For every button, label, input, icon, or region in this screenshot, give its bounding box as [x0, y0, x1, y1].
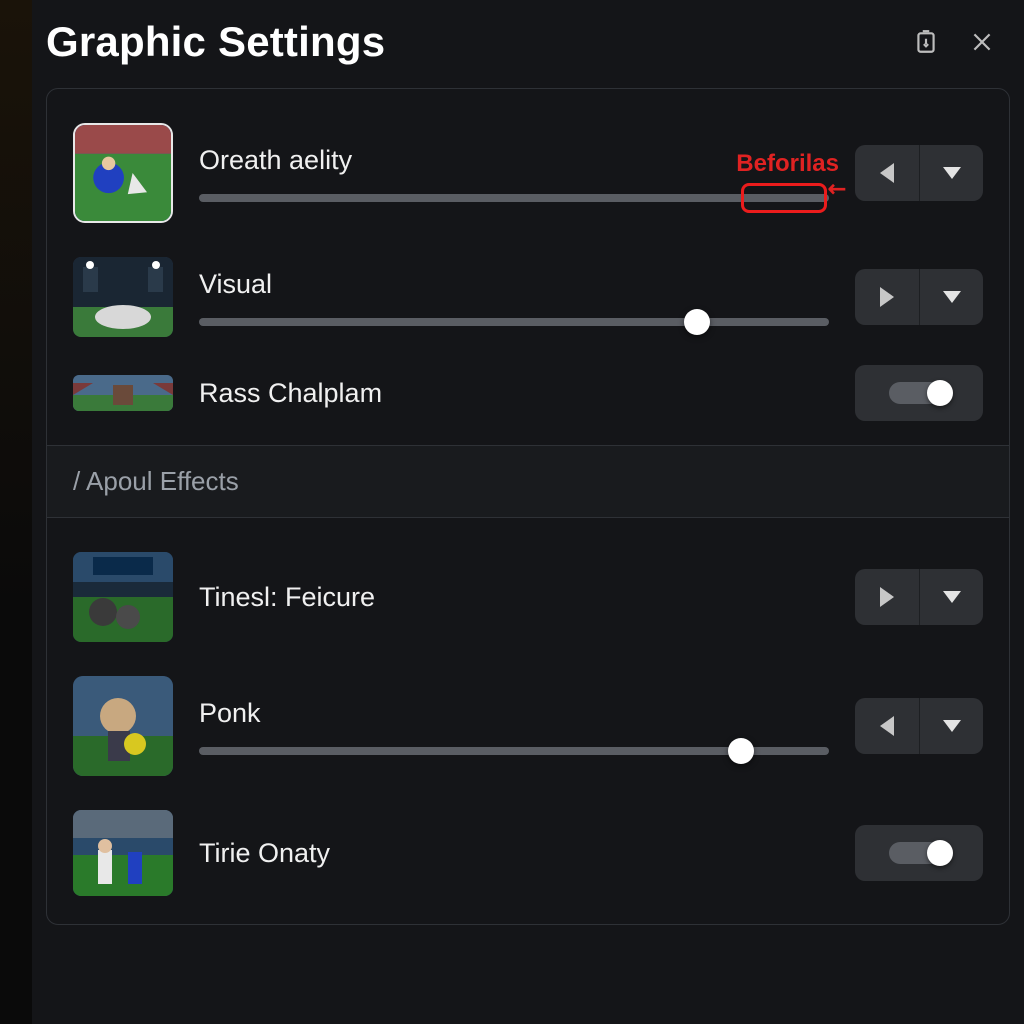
slider-knob[interactable]: [728, 738, 754, 764]
header-actions: [912, 28, 996, 56]
setting-row-ponk: Ponk: [73, 660, 983, 794]
chevron-down-icon: [943, 591, 961, 603]
stepper-visual: [855, 269, 983, 325]
toggle-track: [889, 842, 949, 864]
setting-main-rass: Rass Chalplam: [199, 378, 829, 409]
slider-oreath[interactable]: [199, 194, 829, 202]
chevron-right-icon: [880, 287, 894, 307]
control-visual: [855, 269, 983, 325]
setting-main-oreath: Oreath aelity Beforilas ↙: [199, 145, 829, 202]
panel-body: Oreath aelity Beforilas ↙: [46, 88, 1010, 925]
section-effects: Tinesl: Feicure: [47, 518, 1009, 924]
toggle-knob: [927, 380, 953, 406]
dropdown-button[interactable]: [919, 145, 983, 201]
setting-row-tinesl-feicure: Tinesl: Feicure: [73, 536, 983, 660]
chevron-down-icon: [943, 167, 961, 179]
setting-label: Tinesl: Feicure: [199, 582, 829, 613]
toggle-rass-chalplam[interactable]: [855, 365, 983, 421]
setting-row-oreath-aelity: Oreath aelity Beforilas ↙: [73, 107, 983, 241]
thumbnail-tinesl: [73, 552, 173, 642]
chevron-down-icon: [943, 291, 961, 303]
dropdown-button[interactable]: [919, 269, 983, 325]
control-rass: [855, 365, 983, 421]
thumbnail-rass-chalplam: [73, 375, 173, 411]
next-button[interactable]: [855, 569, 919, 625]
reset-icon[interactable]: [912, 28, 940, 56]
control-tinesl: [855, 569, 983, 625]
chevron-left-icon: [880, 163, 894, 183]
slider-visual[interactable]: [199, 318, 829, 326]
next-button[interactable]: [855, 269, 919, 325]
slider-ponk[interactable]: [199, 747, 829, 755]
setting-label: Ponk: [199, 698, 829, 729]
setting-row-visual: Visual: [73, 241, 983, 355]
control-ponk: [855, 698, 983, 754]
control-tirie: [855, 825, 983, 881]
prev-button[interactable]: [855, 145, 919, 201]
highlight-box: [741, 183, 827, 213]
slider-row: [199, 747, 829, 755]
chevron-down-icon: [943, 720, 961, 732]
setting-main-ponk: Ponk: [199, 698, 829, 755]
stepper-oreath: [855, 145, 983, 201]
setting-label: Visual: [199, 269, 829, 300]
section-main: Oreath aelity Beforilas ↙: [47, 89, 1009, 445]
slider-row: [199, 318, 829, 326]
setting-main-visual: Visual: [199, 269, 829, 326]
toggle-tirie-onaty[interactable]: [855, 825, 983, 881]
thumbnail-tirie: [73, 810, 173, 896]
slider-row: Beforilas ↙: [199, 194, 829, 202]
stepper-tinesl: [855, 569, 983, 625]
stepper-ponk: [855, 698, 983, 754]
setting-main-tinesl: Tinesl: Feicure: [199, 582, 829, 613]
thumbnail-oreath-aelity: [73, 123, 173, 223]
settings-panel: Graphic Settings: [32, 0, 1024, 1024]
slider-knob[interactable]: [684, 309, 710, 335]
prev-button[interactable]: [855, 698, 919, 754]
chevron-left-icon: [880, 716, 894, 736]
toggle-knob: [927, 840, 953, 866]
thumbnail-ponk: [73, 676, 173, 776]
control-oreath: [855, 145, 983, 201]
toggle-track: [889, 382, 949, 404]
dropdown-button[interactable]: [919, 698, 983, 754]
section-header-effects: / Apoul Effects: [47, 445, 1009, 518]
panel-header: Graphic Settings: [32, 0, 1024, 88]
backdrop-edge: [0, 0, 32, 1024]
chevron-right-icon: [880, 587, 894, 607]
setting-row-rass-chalplam: Rass Chalplam: [73, 355, 983, 435]
close-icon[interactable]: [968, 28, 996, 56]
annotation-beforilas: Beforilas ↙: [736, 150, 839, 178]
setting-main-tirie: Tirie Onaty: [199, 838, 829, 869]
setting-row-tirie-onaty: Tirie Onaty: [73, 794, 983, 914]
dropdown-button[interactable]: [919, 569, 983, 625]
thumbnail-visual: [73, 257, 173, 337]
panel-title: Graphic Settings: [46, 18, 385, 66]
setting-label: Oreath aelity: [199, 145, 829, 176]
setting-label: Tirie Onaty: [199, 838, 829, 869]
setting-label: Rass Chalplam: [199, 378, 829, 409]
